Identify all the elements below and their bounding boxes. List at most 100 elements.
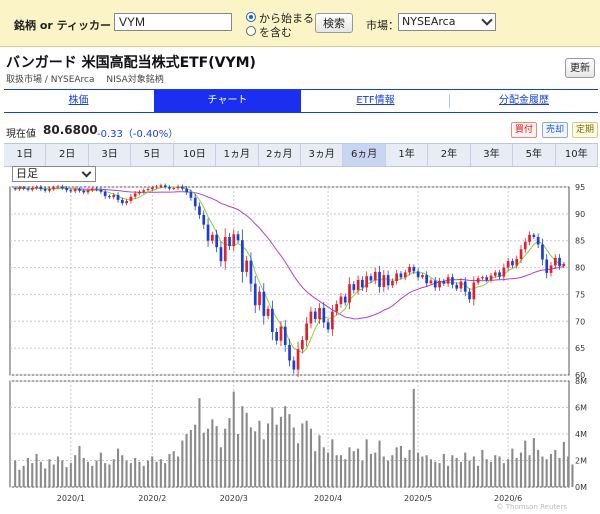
- candle-body: [382, 275, 386, 287]
- period-button[interactable]: 3日: [89, 144, 132, 166]
- candle-body: [399, 273, 403, 278]
- volume-bar: [554, 449, 557, 487]
- volume-tick-label: 6M: [575, 404, 587, 413]
- candle-body: [73, 189, 77, 192]
- refresh-button[interactable]: 更新: [565, 58, 595, 78]
- period-button[interactable]: 5年: [513, 144, 556, 166]
- candle-body: [468, 291, 471, 300]
- watermark: © Thomson Reuters: [497, 503, 568, 511]
- volume-bar: [228, 418, 231, 487]
- chevron-down-icon: [481, 14, 493, 26]
- interval-select[interactable]: 日足: [12, 166, 96, 182]
- period-button[interactable]: 3年: [471, 144, 514, 166]
- volume-bar: [417, 452, 420, 487]
- period-button[interactable]: 2ヵ月: [259, 144, 301, 166]
- period-button[interactable]: 6ヵ月: [343, 144, 386, 166]
- price-change: -0.33（-0.40%）: [97, 129, 179, 140]
- volume-bar: [528, 455, 531, 487]
- candle-body: [95, 188, 98, 190]
- stock-chart[interactable]: 95908580757065608M6M4M2M0M2020/1 2020/2 20…: [4, 182, 598, 511]
- x-tick-label: 2020/6: [494, 494, 522, 503]
- volume-bar: [121, 455, 124, 487]
- period-button[interactable]: 1ヵ月: [216, 144, 259, 166]
- candle-body: [515, 259, 519, 266]
- candle-body: [112, 195, 116, 198]
- candle-body: [168, 187, 171, 189]
- period-button[interactable]: 5日: [131, 144, 174, 166]
- volume-bar: [567, 456, 570, 487]
- candle-body: [108, 196, 111, 198]
- period-button[interactable]: 10年: [556, 144, 598, 166]
- candle-body: [279, 326, 283, 341]
- x-tick-label: 2020/3: [220, 494, 248, 503]
- x-tick-label: 2020/2: [138, 494, 166, 503]
- tab-stock-price[interactable]: 株価: [4, 90, 153, 112]
- volume-bar: [309, 428, 312, 487]
- volume-bar: [31, 463, 34, 487]
- tab-dividend-history[interactable]: 分配金履歴: [450, 90, 598, 112]
- candle-body: [283, 326, 287, 345]
- volume-bar: [335, 455, 338, 487]
- period-button[interactable]: 3ヵ月: [301, 144, 344, 166]
- candle-body: [292, 360, 296, 370]
- market-select-value: NYSEArca: [402, 15, 456, 28]
- volume-bar: [82, 457, 85, 487]
- period-button[interactable]: 2年: [428, 144, 471, 166]
- market-select[interactable]: NYSEArca: [398, 13, 496, 31]
- volume-bar: [442, 453, 445, 487]
- tab-etf-info[interactable]: ETF情報: [302, 90, 449, 112]
- volume-tick-label: 0M: [575, 483, 587, 492]
- x-tick-label: 2020/4: [314, 494, 342, 503]
- radio-contains[interactable]: [246, 26, 256, 36]
- candle-body: [61, 186, 64, 189]
- volume-bar: [56, 456, 59, 487]
- period-button[interactable]: 1年: [386, 144, 429, 166]
- candle-body: [232, 234, 236, 247]
- period-button[interactable]: 2日: [46, 144, 89, 166]
- price-label: 現在値: [6, 129, 36, 140]
- tab-chart[interactable]: チャート: [154, 90, 301, 112]
- sell-button[interactable]: 売却: [542, 122, 568, 138]
- volume-bar: [267, 423, 270, 487]
- recurring-button[interactable]: 定期: [572, 122, 598, 138]
- volume-bar: [507, 459, 510, 487]
- period-button[interactable]: 1日: [4, 144, 47, 166]
- volume-bar: [207, 428, 210, 487]
- volume-bar: [395, 447, 398, 488]
- volume-bar: [14, 460, 17, 487]
- candle-body: [142, 190, 146, 192]
- candle-body: [138, 191, 141, 194]
- candle-body: [266, 308, 270, 316]
- candle-body: [271, 308, 274, 332]
- candle-body: [206, 224, 210, 241]
- candle-body: [408, 267, 411, 273]
- ticker-input[interactable]: VYM: [114, 13, 232, 31]
- volume-bar: [292, 427, 295, 487]
- volume-bar: [472, 456, 475, 487]
- market-info: 取扱市場 / NYSEArca NISA対象銘柄: [6, 75, 164, 85]
- volume-bar: [151, 456, 154, 487]
- price-tick-label: 85: [575, 237, 585, 246]
- volume-bar: [129, 463, 132, 487]
- period-button[interactable]: 10日: [174, 144, 217, 166]
- tab-bar: 株価 チャート ETF情報 分配金履歴: [4, 89, 598, 113]
- price-tick-label: 65: [575, 344, 585, 353]
- candle-body: [412, 267, 416, 272]
- radio-contains-label: を含む: [259, 26, 292, 39]
- candle-body: [523, 241, 527, 250]
- volume-bar: [202, 432, 205, 487]
- candle-body: [82, 190, 86, 193]
- candle-body: [493, 272, 497, 276]
- candle-body: [429, 280, 433, 284]
- search-button[interactable]: 検索: [315, 13, 353, 33]
- candle-body: [391, 281, 394, 286]
- buy-button[interactable]: 買付: [511, 122, 537, 138]
- volume-bar: [318, 435, 321, 487]
- volume-bar: [562, 441, 565, 487]
- candle-body: [331, 311, 334, 330]
- search-bar: 銘柄 or ティッカー VYM から始まる を含む 検索 市場： NYSEArc…: [0, 0, 600, 47]
- radio-starts-with[interactable]: [246, 12, 256, 22]
- price-tick-label: 75: [575, 290, 585, 299]
- volume-bar: [211, 419, 214, 487]
- candle-body: [275, 332, 278, 341]
